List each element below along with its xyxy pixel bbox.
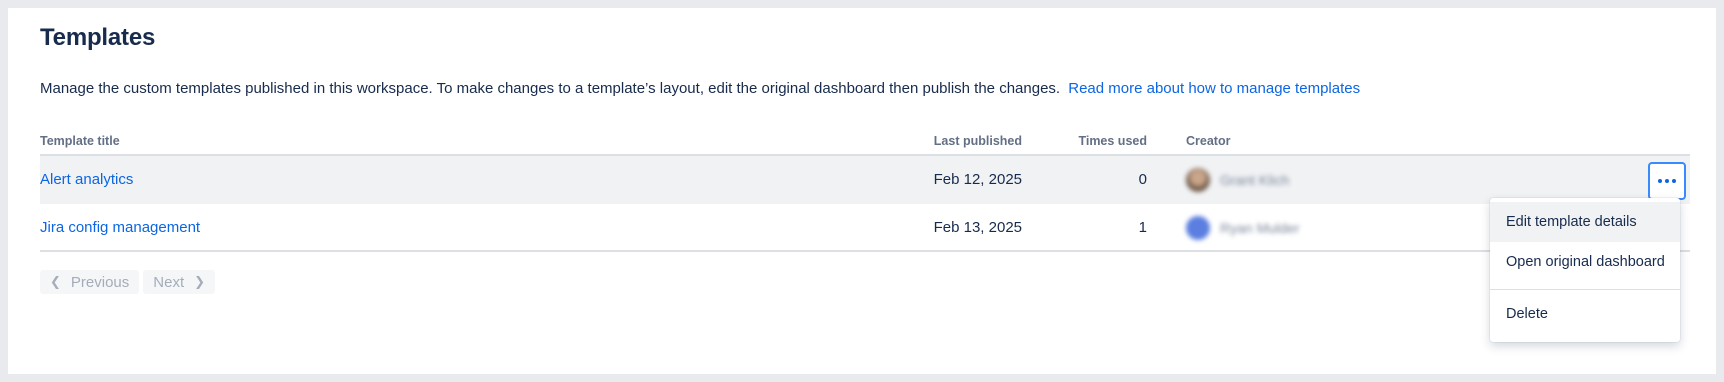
previous-label: Previous: [70, 273, 130, 291]
next-button[interactable]: Next ❯: [143, 270, 216, 294]
avatar: [1186, 168, 1210, 192]
previous-button[interactable]: ❮ Previous: [40, 270, 140, 294]
menu-divider: [1490, 289, 1680, 290]
table-header: Template title Last published Times used…: [40, 124, 1690, 156]
page-description: Manage the custom templates published in…: [40, 80, 1360, 97]
page-title: Templates: [40, 24, 156, 51]
menu-item-open-original-dashboard[interactable]: Open original dashboard: [1490, 242, 1680, 282]
header-creator[interactable]: Creator: [1186, 134, 1230, 148]
header-template-title[interactable]: Template title: [40, 134, 120, 148]
actions-menu: Edit template details Open original dash…: [1490, 198, 1680, 342]
menu-item-edit-template-details[interactable]: Edit template details: [1490, 202, 1680, 242]
templates-panel: Templates Manage the custom templates pu…: [8, 8, 1716, 374]
header-last-published[interactable]: Last published: [934, 134, 1022, 148]
template-title-link[interactable]: Alert analytics: [40, 171, 133, 188]
chevron-left-icon: ❮: [50, 274, 61, 289]
more-actions-button[interactable]: [1648, 162, 1686, 200]
table-row: Jira config management Feb 13, 2025 1 Ry…: [40, 204, 1690, 252]
last-published-date: Feb 12, 2025: [933, 171, 1022, 188]
templates-table: Template title Last published Times used…: [40, 124, 1690, 252]
creator: Ryan Mulder: [1186, 216, 1299, 240]
header-times-used[interactable]: Times used: [1078, 134, 1147, 148]
next-label: Next: [153, 273, 185, 291]
times-used-count: 1: [1138, 219, 1147, 236]
template-title-link[interactable]: Jira config management: [40, 219, 200, 236]
table-row: Alert analytics Feb 12, 2025 0 Grant Kli…: [40, 156, 1690, 204]
chevron-right-icon: ❯: [194, 274, 206, 289]
creator-name: Grant Klich: [1220, 172, 1290, 188]
creator: Grant Klich: [1186, 168, 1289, 192]
pagination: ❮ Previous Next ❯: [40, 270, 216, 294]
creator-name: Ryan Mulder: [1220, 220, 1300, 236]
times-used-count: 0: [1138, 171, 1147, 188]
last-published-date: Feb 13, 2025: [933, 219, 1022, 236]
manage-templates-link[interactable]: Read more about how to manage templates: [1068, 80, 1360, 97]
description-text: Manage the custom templates published in…: [40, 80, 1061, 97]
menu-item-delete[interactable]: Delete: [1490, 294, 1680, 334]
avatar: [1186, 216, 1210, 240]
more-icon: [1658, 179, 1676, 183]
